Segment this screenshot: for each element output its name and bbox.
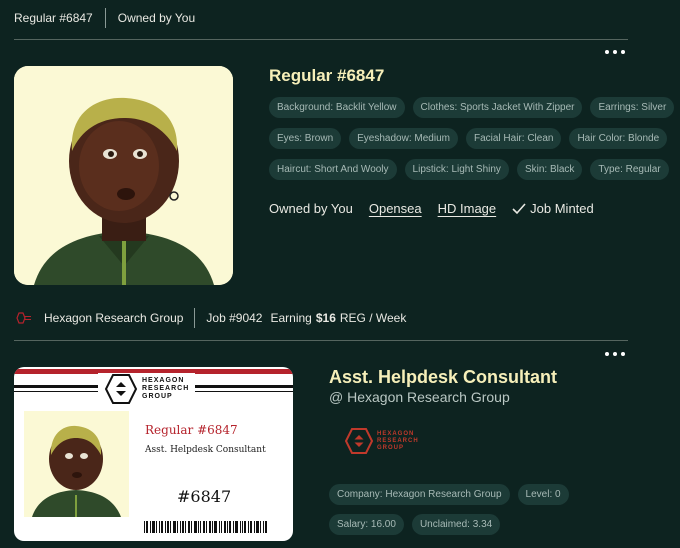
top-item-name[interactable]: Regular #6847	[14, 11, 93, 25]
logo-line3: GROUP	[377, 444, 405, 451]
job-title: Asst. Helpdesk Consultant	[329, 367, 558, 387]
id-brand-line2: RESEARCH	[142, 385, 190, 392]
company-logo: HEXAGON RESEARCH GROUP	[345, 428, 419, 454]
id-card-role: Asst. Helpdesk Consultant	[145, 445, 266, 455]
hexagon-logo-icon	[16, 312, 31, 324]
item-title: Regular #6847	[269, 66, 385, 85]
id-card-brand: HEXAGON RESEARCH GROUP	[98, 373, 196, 405]
hd-image-link[interactable]: HD Image	[438, 201, 497, 216]
owned-label: Owned by You	[269, 201, 353, 216]
logo-line1: HEXAGON	[377, 430, 415, 437]
trait-chip: Eyes: Brown	[269, 128, 342, 149]
hexagon-logo-icon	[345, 428, 373, 454]
item-links: Owned by You Opensea HD Image Job Minted	[269, 201, 594, 216]
job-number: Job #9042	[206, 311, 263, 325]
job-minted-status: Job Minted	[512, 201, 594, 216]
top-separator	[104, 8, 106, 28]
id-portrait	[24, 411, 129, 517]
stat-chip: Level: 0	[517, 484, 569, 505]
trait-chip: Haircut: Short And Wooly	[269, 159, 397, 180]
stat-chip: Company: Hexagon Research Group	[329, 484, 510, 505]
earning-amount: $16	[315, 311, 336, 325]
check-icon	[512, 202, 526, 214]
more-options-icon[interactable]	[605, 49, 625, 55]
id-brand-line1: HEXAGON	[142, 377, 185, 384]
trait-chip: Type: Regular	[590, 159, 669, 180]
id-brand-line3: GROUP	[142, 393, 173, 400]
hexagon-logo-icon	[104, 374, 138, 404]
job-bar: Hexagon Research Group Job #9042 Earning…	[14, 308, 406, 328]
trait-chip: Background: Backlit Yellow	[269, 97, 405, 118]
trait-chip: Skin: Black	[516, 159, 583, 180]
trait-chip: Earrings: Silver	[590, 97, 675, 118]
job-stats: Company: Hexagon Research Group Level: 0 S…	[329, 484, 609, 535]
trait-chip: Lipstick: Light Shiny	[404, 159, 509, 180]
earning-prefix: Earning	[270, 311, 312, 325]
trait-chip: Clothes: Sports Jacket With Zipper	[412, 97, 583, 118]
divider-top	[14, 39, 628, 40]
id-card-image[interactable]: HEXAGON RESEARCH GROUP Regular #6847 Ass…	[14, 367, 293, 541]
trait-chip: Hair Color: Blonde	[569, 128, 668, 149]
job-separator	[194, 308, 196, 328]
avatar-image[interactable]	[14, 66, 233, 285]
character-portrait	[14, 66, 233, 285]
opensea-link[interactable]: Opensea	[369, 201, 422, 216]
trait-chip: Eyeshadow: Medium	[349, 128, 458, 149]
stat-chip: Unclaimed: 3.34	[411, 514, 501, 535]
top-bar: Regular #6847 Owned by You	[14, 8, 195, 28]
divider-middle	[14, 340, 628, 341]
trait-list: Background: Backlit Yellow Clothes: Sport…	[269, 97, 680, 180]
logo-line2: RESEARCH	[377, 437, 419, 444]
more-options-icon-2[interactable]	[605, 351, 625, 357]
trait-chip: Facial Hair: Clean	[465, 128, 562, 149]
earning-suffix: REG / Week	[339, 311, 407, 325]
barcode-icon	[144, 521, 267, 533]
stat-chip: Salary: 16.00	[329, 514, 404, 535]
id-card-name: Regular #6847	[145, 423, 238, 437]
job-minted-label: Job Minted	[530, 201, 594, 216]
top-ownership[interactable]: Owned by You	[118, 11, 195, 25]
job-company[interactable]: Hexagon Research Group	[44, 311, 183, 325]
job-company-line[interactable]: @ Hexagon Research Group	[329, 389, 510, 405]
id-card-number: #6847	[177, 487, 232, 506]
id-card-photo	[24, 411, 129, 517]
